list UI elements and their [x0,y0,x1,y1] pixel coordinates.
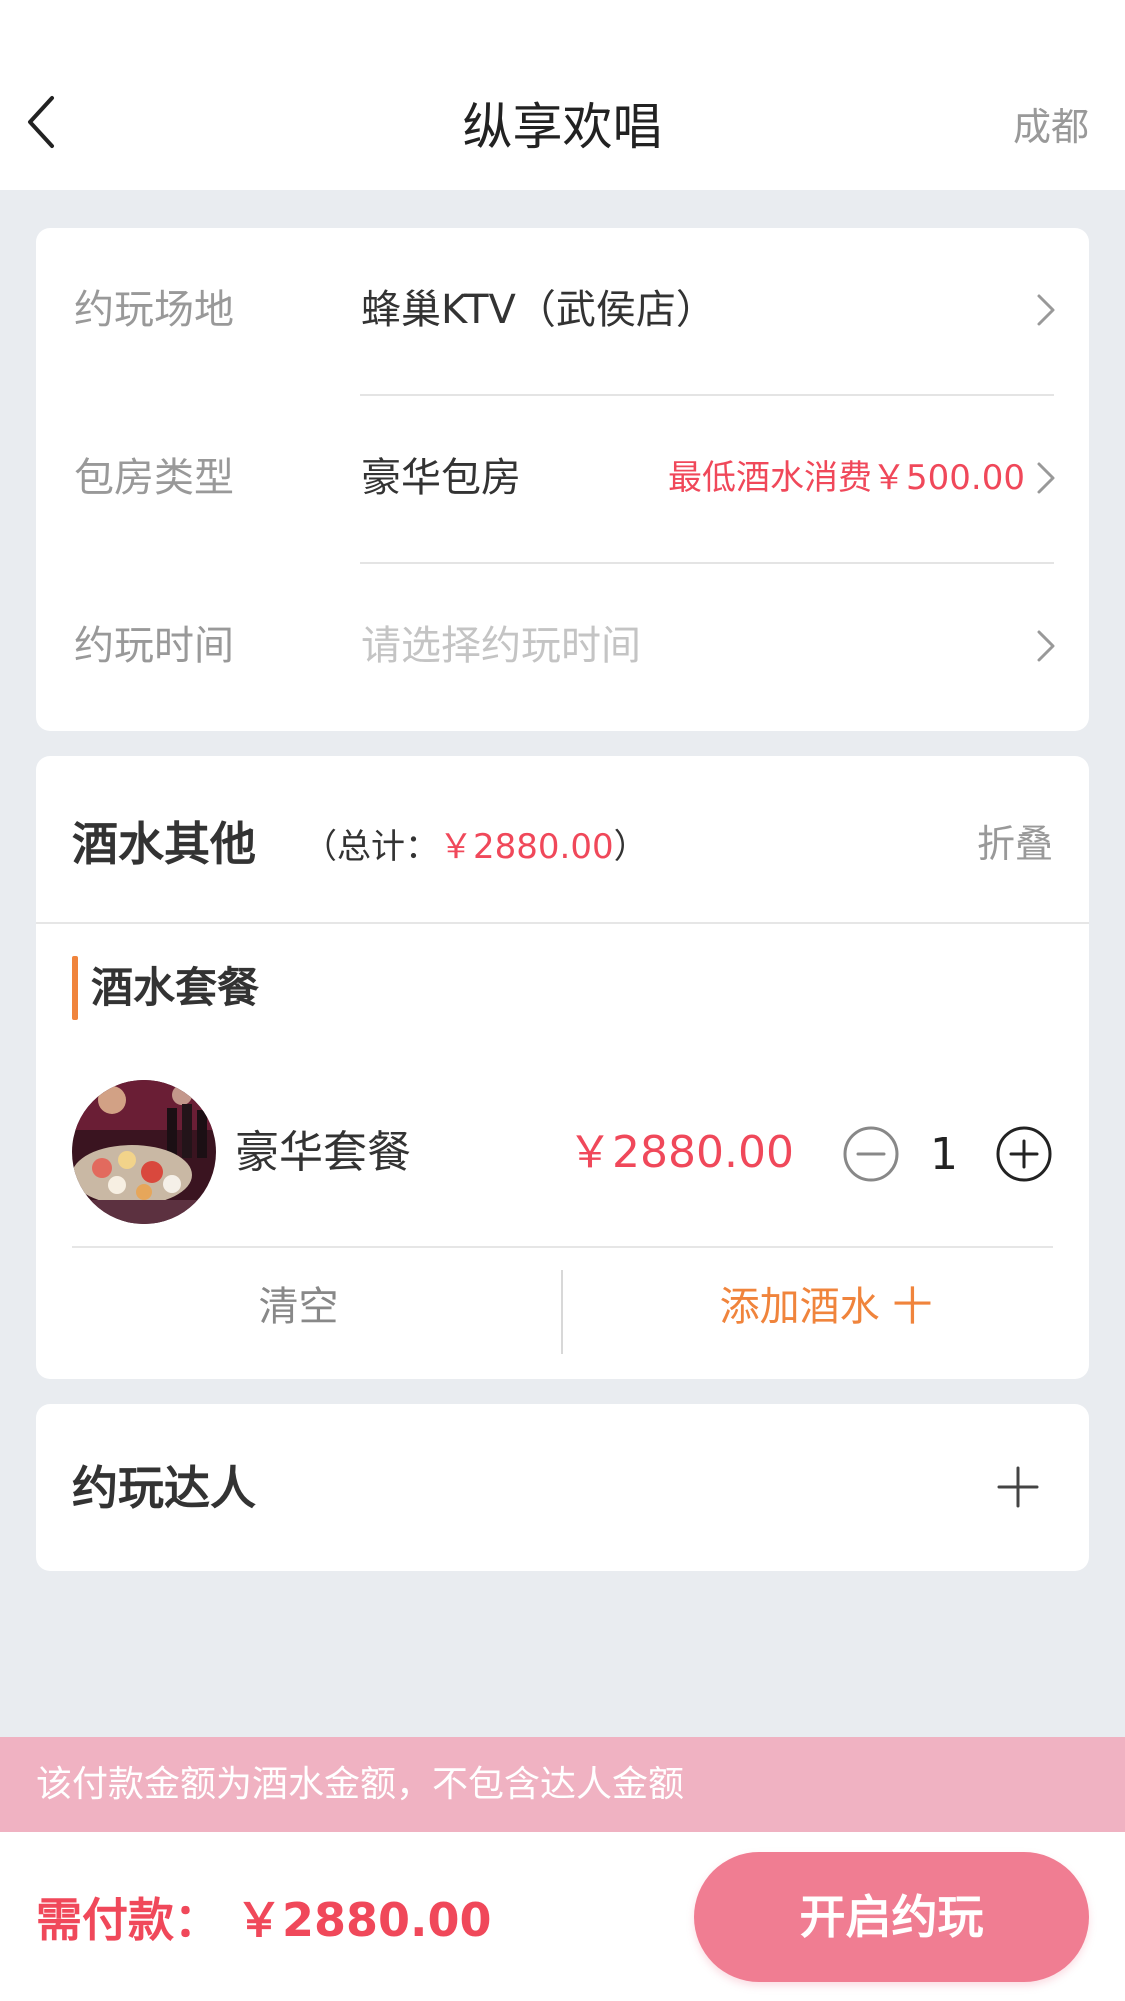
venue-label: 约玩场地 [74,287,234,333]
drinks-total-suffix: ） [613,827,648,867]
chevron-right-icon [1037,294,1055,326]
add-drinks-button[interactable]: 添加酒水 十 [563,1236,1089,1379]
fold-button[interactable]: 折叠 [977,816,1053,872]
pay-amount: ￥2880.00 [236,1893,492,1947]
section-divider [36,922,1089,924]
drinks-photo-icon [72,1080,216,1224]
accent-bar [72,956,78,1020]
package-name: 豪华套餐 [235,1127,411,1178]
drinks-total-prefix: （总计： [303,827,439,867]
venue-value: 蜂巢KTV（武侯店） [361,287,716,333]
drinks-total-amount: ￥2880.00 [439,827,614,867]
page-title: 纵享欢唱 [462,98,663,156]
min-spend-note: 最低酒水消费￥500.00 [668,458,1025,498]
room-type-label: 包房类型 [74,455,234,501]
pay-label: 需付款： [36,1893,220,1947]
chevron-right-icon [1037,630,1055,662]
nav-bar: 纵享欢唱 成都 [0,0,1125,190]
minus-circle-icon[interactable] [842,1125,900,1183]
expert-title: 约玩达人 [72,1461,256,1515]
booking-info-card: 约玩场地 蜂巢KTV（武侯店） 包房类型 豪华包房 最低酒水消费￥500.00 … [36,228,1089,731]
time-placeholder: 请选择约玩时间 [361,623,641,669]
package-title: 酒水套餐 [91,963,260,1012]
drinks-section-title: 酒水其他 [72,817,256,871]
bottom-bar: 需付款： ￥2880.00 开启约玩 [0,1832,1125,2001]
package-image [72,1080,216,1224]
plus-icon[interactable] [993,1462,1043,1512]
city-selector[interactable]: 成都 [1013,102,1089,152]
quantity-value: 1 [930,1129,958,1180]
chevron-right-icon [1037,462,1055,494]
drinks-total: （总计：￥2880.00） [303,822,648,872]
clear-button[interactable]: 清空 [36,1236,561,1379]
start-play-button[interactable]: 开启约玩 [694,1852,1089,1982]
room-type-value: 豪华包房 [361,455,521,501]
time-label: 约玩时间 [74,623,234,669]
drinks-card: 酒水其他 （总计：￥2880.00） 折叠 酒水套餐 豪华套餐 ￥2880.00… [36,756,1089,1379]
expert-card[interactable]: 约玩达人 [36,1404,1089,1571]
payment-notice-text: 该付款金额为酒水金额，不包含达人金额 [36,1764,685,1805]
package-price: ￥2880.00 [568,1127,794,1178]
plus-circle-icon[interactable] [995,1125,1053,1183]
payment-notice: 该付款金额为酒水金额，不包含达人金额 [0,1737,1125,1832]
